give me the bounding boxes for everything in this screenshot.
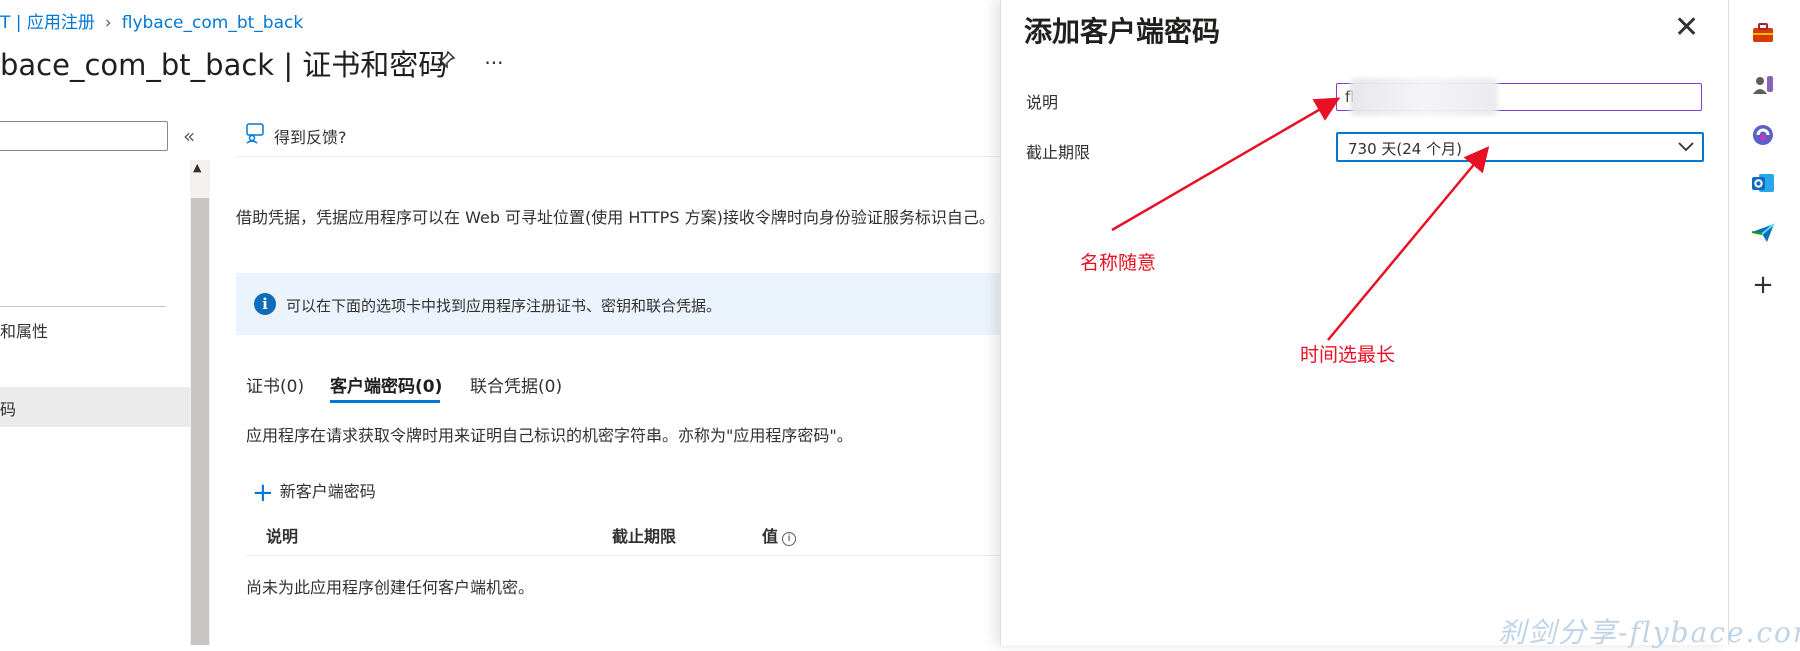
add-app-icon[interactable]: + bbox=[1750, 272, 1776, 298]
send-plane-icon[interactable] bbox=[1750, 220, 1776, 246]
chess-people-icon[interactable] bbox=[1750, 72, 1776, 98]
arrow-to-description bbox=[1111, 97, 1341, 232]
annotation-name-note: 名称随意 bbox=[1080, 252, 1157, 274]
outlook-icon[interactable] bbox=[1750, 170, 1776, 196]
watermark: 刹剑分享-flybace.com bbox=[1498, 616, 1800, 649]
annotation-time-note: 时间选最长 bbox=[1300, 344, 1396, 366]
copilot-icon[interactable] bbox=[1750, 122, 1776, 148]
arrow-to-expiry bbox=[1327, 146, 1490, 341]
briefcase-icon[interactable] bbox=[1750, 20, 1776, 46]
annotation-arrows bbox=[1111, 97, 1490, 341]
